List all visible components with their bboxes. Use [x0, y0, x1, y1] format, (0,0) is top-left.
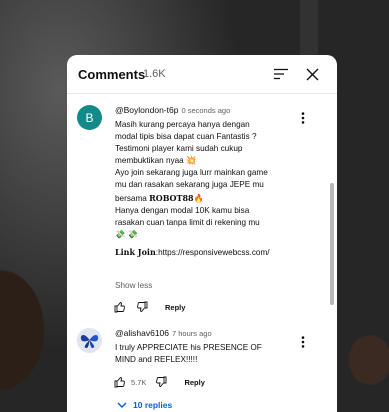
- link-url[interactable]: :https://responsivewebcss.com/: [156, 248, 270, 257]
- comment-text: Masih kurang percaya hanya dengan modal …: [115, 119, 270, 259]
- comment-time[interactable]: 7 hours ago: [172, 329, 212, 338]
- fire-emoji: 🔥: [193, 193, 204, 203]
- comment-author[interactable]: @alishav6106: [115, 328, 169, 338]
- thumb-up-icon[interactable]: [113, 300, 127, 314]
- comments-header: Comments 1.6K: [67, 55, 337, 94]
- comments-panel: Comments 1.6K B @Boylondon-t6p 0 seconds …: [67, 55, 337, 412]
- comments-title: Comments: [78, 67, 146, 82]
- comment-line-brand: bersama 𝐑𝐎𝐁𝐎𝐓𝟖𝟖🔥: [115, 192, 270, 205]
- close-icon[interactable]: [304, 66, 320, 82]
- comment-line: Hanya dengan modal 10K kamu bisa: [115, 205, 250, 215]
- comment-time[interactable]: 0 seconds ago: [181, 106, 230, 115]
- comment-actions: 5.7K Reply: [113, 375, 205, 389]
- comment-line: mu dan rasakan sekarang juga JEPE mu: [115, 180, 264, 190]
- comment-line: membuktikan nyaa 💥: [115, 156, 197, 166]
- comment-author-line: @Boylondon-t6p 0 seconds ago: [115, 105, 230, 115]
- link-line: 𝐋𝐢𝐧𝐤 𝐉𝐨𝐢𝐧:https://responsivewebcss.com/: [115, 246, 270, 259]
- comments-count: 1.6K: [143, 68, 166, 80]
- show-less-button[interactable]: Show less: [115, 281, 152, 290]
- sort-icon[interactable]: [273, 67, 289, 81]
- comment-line: 💸 💸: [115, 229, 138, 239]
- more-vert-icon[interactable]: [298, 334, 308, 350]
- thumb-up-icon[interactable]: [113, 375, 127, 389]
- link-label: 𝐋𝐢𝐧𝐤 𝐉𝐨𝐢𝐧: [115, 246, 156, 257]
- thumb-down-icon[interactable]: [135, 300, 149, 314]
- comment-actions: Reply: [113, 300, 185, 314]
- comment-author-line: @alishav6106 7 hours ago: [115, 328, 212, 338]
- comment-line: modal tipis bisa dapat cuan Fantastis ?: [115, 132, 257, 142]
- avatar[interactable]: B: [77, 105, 102, 130]
- brand-name: 𝐑𝐎𝐁𝐎𝐓𝟖𝟖: [149, 192, 194, 203]
- avatar[interactable]: [77, 328, 102, 353]
- comment-text: I truly APPRECIATE his PRESENCE OF MIND …: [115, 342, 262, 366]
- comment-line: Testimoni player kami sudah cukup: [115, 144, 243, 154]
- comment-line: Ayo join sekarang juga lurr mainkan game: [115, 168, 268, 178]
- comment-author[interactable]: @Boylondon-t6p: [115, 105, 178, 115]
- reply-button[interactable]: Reply: [184, 378, 204, 387]
- scrollbar[interactable]: [330, 183, 334, 305]
- more-vert-icon[interactable]: [298, 110, 308, 126]
- comment-line: rasakan cuan tanpa limit di rekening mu: [115, 217, 260, 227]
- replies-count: 10 replies: [133, 400, 173, 410]
- thumb-down-icon[interactable]: [154, 375, 168, 389]
- butterfly-avatar-image: [77, 328, 102, 353]
- avatar-letter: B: [85, 110, 94, 125]
- chevron-down-icon: [117, 402, 127, 408]
- reply-button[interactable]: Reply: [165, 303, 185, 312]
- comment-line: bersama: [115, 193, 147, 203]
- comment-line: I truly APPRECIATE his PRESENCE OF: [115, 343, 262, 352]
- like-count: 5.7K: [131, 377, 147, 387]
- view-replies-button[interactable]: 10 replies: [117, 400, 172, 410]
- comment-line: Masih kurang percaya hanya dengan: [115, 120, 250, 129]
- comment-line: MIND and REFLEX!!!!!: [115, 355, 198, 365]
